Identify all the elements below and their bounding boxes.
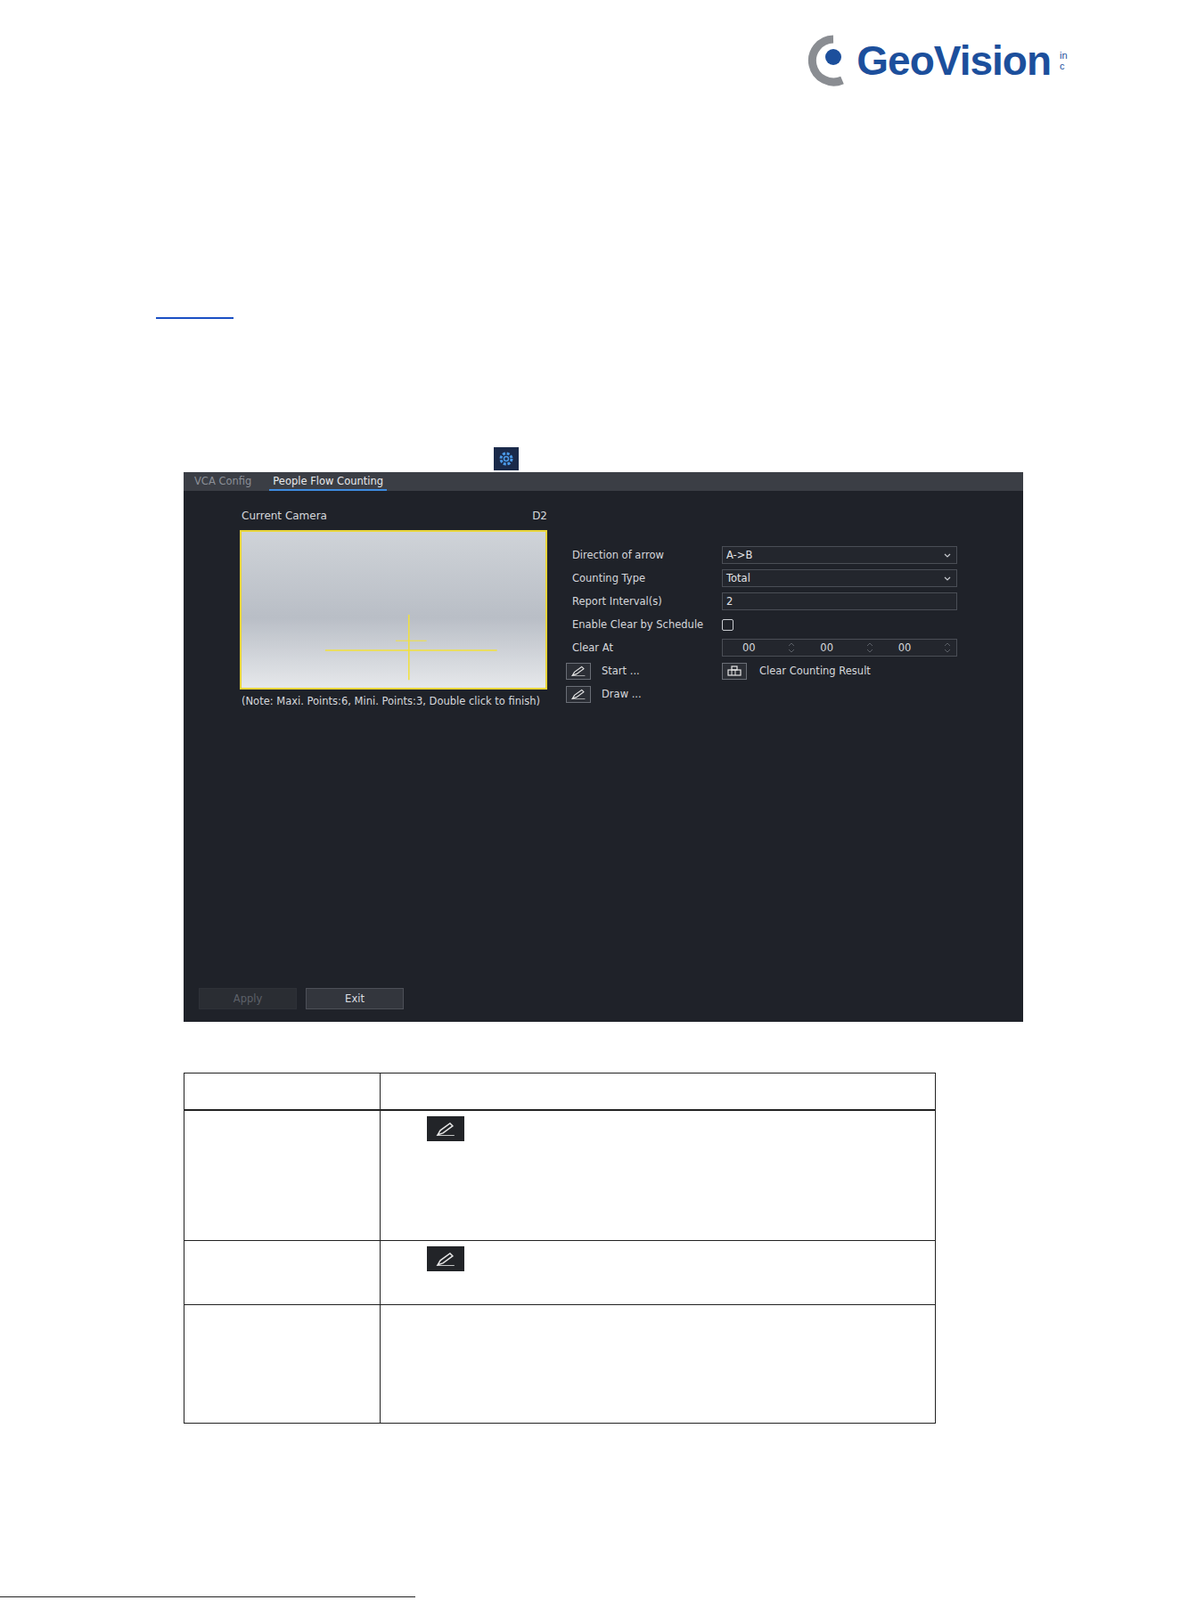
time-input[interactable]: 000000 <box>721 639 958 657</box>
action-label[interactable]: Start ... <box>601 664 640 678</box>
time-segment[interactable]: 00 <box>878 639 957 656</box>
setting-label: Enable Clear by Schedule <box>572 618 722 631</box>
settings-form: Direction of arrowA->BCounting TypeTotal… <box>572 507 958 989</box>
tab[interactable]: People Flow Counting <box>269 472 387 492</box>
checkbox[interactable] <box>721 619 734 631</box>
footer-button[interactable]: Exit <box>305 988 404 1010</box>
table-cell <box>184 1073 380 1110</box>
action[interactable]: Start ... <box>565 663 722 681</box>
setting-row: Report Interval(s)2 <box>572 590 958 613</box>
pencil-icon <box>570 665 587 678</box>
footer-button[interactable]: Apply <box>198 988 297 1010</box>
draw-button <box>426 1116 465 1142</box>
table-row <box>184 1304 935 1424</box>
gear-row <box>0 319 1180 473</box>
panel-footer: Apply Exit <box>183 988 1024 1023</box>
draw-button[interactable] <box>565 663 591 681</box>
document-page: GeoVision inc VCA Config People Flow Counti… <box>0 0 1180 1600</box>
clear-icon <box>726 665 743 677</box>
header: GeoVision inc <box>0 0 1180 88</box>
camera-row: Current Camera D2 <box>239 507 553 525</box>
pencil-icon <box>570 688 587 701</box>
gear-icon <box>497 450 516 468</box>
action-row: Draw ... <box>572 683 958 705</box>
people-flow-panel: VCA Config People Flow Counting Current Ca… <box>183 472 1024 1023</box>
dropdown-arrow-icon <box>943 553 951 558</box>
table-cell <box>379 1111 935 1241</box>
spinner-icon[interactable] <box>943 641 951 655</box>
setting-row: Direction of arrowA->B <box>572 544 958 566</box>
setting-row: Enable Clear by Schedule <box>572 614 958 636</box>
preview-column: Current Camera D2 (Note: Maxi. Points:6, M… <box>239 507 553 989</box>
draw-button[interactable] <box>565 686 591 704</box>
draw-button <box>426 1246 465 1272</box>
panel-body: Current Camera D2 (Note: Maxi. Points:6, M… <box>183 491 1024 989</box>
dropdown[interactable]: A->B <box>721 546 958 565</box>
table-row <box>184 1240 935 1305</box>
action-row: Start ... Clear Counting Result <box>572 660 958 682</box>
setting-row: Counting TypeTotal <box>572 567 958 590</box>
spinner-icon[interactable] <box>787 641 795 655</box>
table-row <box>184 1109 935 1241</box>
tab-bar: VCA Config People Flow Counting <box>183 472 1024 492</box>
text-input[interactable]: 2 <box>721 592 958 611</box>
setting-label: Direction of arrow <box>572 549 722 562</box>
table-cell <box>184 1241 380 1305</box>
camera-value: D2 <box>532 509 548 523</box>
camera-preview[interactable] <box>239 530 548 690</box>
table-cell <box>184 1305 380 1424</box>
tab[interactable]: VCA Config <box>190 472 255 492</box>
table-cell <box>184 1111 380 1241</box>
dropdown[interactable]: Total <box>721 569 958 588</box>
setting-row: Clear At000000 <box>572 637 958 659</box>
dropdown-arrow-icon <box>943 576 951 582</box>
table-header <box>184 1073 935 1110</box>
link-underline[interactable] <box>155 317 234 320</box>
logo-suffix: inc <box>1059 49 1070 72</box>
logo-mark-icon <box>806 33 848 88</box>
table-cell <box>379 1241 935 1305</box>
clear-label[interactable]: Clear Counting Result <box>759 664 871 678</box>
action-label[interactable]: Draw ... <box>601 688 642 701</box>
logo: GeoVision inc <box>806 33 1070 88</box>
setting-label: Clear At <box>572 641 722 655</box>
clear-action[interactable]: Clear Counting Result <box>721 663 958 681</box>
camera-label: Current Camera <box>241 509 328 523</box>
setting-label: Counting Type <box>572 572 722 585</box>
spinner-icon[interactable] <box>866 641 874 655</box>
gear-button[interactable] <box>493 447 519 471</box>
table-cell <box>379 1305 935 1424</box>
pencil-icon <box>434 1252 457 1268</box>
footnote-rule <box>0 1597 416 1598</box>
table-cell <box>379 1073 935 1110</box>
time-segment[interactable]: 00 <box>800 639 878 656</box>
description-table <box>183 1073 936 1425</box>
logo-name: GeoVision <box>856 36 1051 85</box>
action[interactable]: Draw ... <box>565 686 722 704</box>
time-segment[interactable]: 00 <box>722 639 801 656</box>
counting-lines-icon <box>241 532 546 689</box>
clear-button[interactable] <box>721 663 747 681</box>
note: (Note: Maxi. Points:6, Mini. Points:3, D… <box>239 695 553 708</box>
setting-label: Report Interval(s) <box>572 595 722 608</box>
pencil-icon <box>434 1122 457 1138</box>
